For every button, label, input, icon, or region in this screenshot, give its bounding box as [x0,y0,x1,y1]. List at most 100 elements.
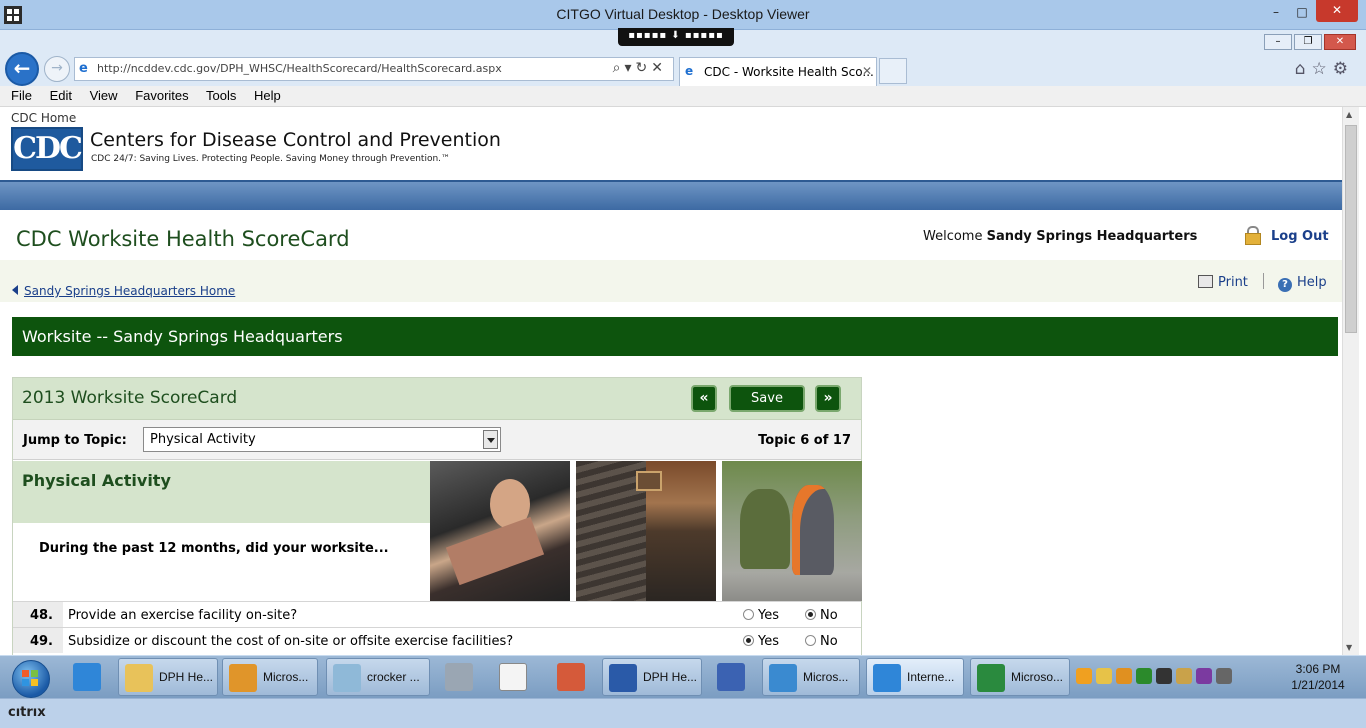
scroll-down-icon[interactable]: ▼ [1346,643,1352,652]
scorecard-title: 2013 Worksite ScoreCard [22,388,238,408]
page-title: CDC Worksite Health ScoreCard [16,227,350,251]
home-favorites-settings-icons[interactable]: ⌂☆⚙ [1295,59,1354,79]
address-text: http://ncddev.cdc.gov/DPH_WHSC/HealthSco… [97,62,502,75]
help-link[interactable]: ? Help [1278,275,1327,292]
tray-icon[interactable] [1076,668,1092,684]
logout-link[interactable]: Log Out [1271,229,1329,244]
close-icon[interactable]: ✕ [1316,0,1358,22]
scorecard-header: 2013 Worksite ScoreCard « Save » [13,378,861,420]
browser-window: – ❐ ✕ ← → e http://ncddev.cdc.gov/DPH_WHSC… [0,30,1366,655]
taskbar: DPH He... Micros... crocker ... DPH He..… [0,655,1366,698]
browser-minimize-icon[interactable]: – [1264,34,1292,50]
browser-tab[interactable]: e CDC - Worksite Health Sco... ✕ [679,57,877,86]
excel-icon [977,664,1005,692]
taskbar-label: Interne... [907,670,955,684]
jump-to-topic-row: Jump to Topic: Physical Activity Topic 6… [13,420,861,460]
save-button[interactable]: Save [729,385,805,412]
citrix-toolbar-handle[interactable]: ▪▪▪▪▪ ⬇ ▪▪▪▪▪ [618,28,734,46]
question-row: 48. Provide an exercise facility on-site… [13,601,861,627]
welcome-prefix: Welcome [923,229,983,244]
answer-no[interactable]: No [805,608,838,623]
minimize-icon[interactable]: – [1262,4,1290,22]
radio-no[interactable] [805,635,816,646]
tray-app-icon[interactable] [1156,668,1172,684]
help-label: Help [1297,275,1327,290]
tab-close-icon[interactable]: ✕ [862,64,872,78]
taskbar-app[interactable] [546,658,596,696]
taskbar-ie-pinned[interactable] [62,658,112,696]
sync-icon[interactable] [1136,668,1152,684]
yes-label: Yes [758,634,779,649]
search-refresh-stop-icons[interactable]: ⌕▾↻✕ [613,60,667,76]
no-label: No [820,634,838,649]
next-topic-button[interactable]: » [815,385,841,412]
taskbar-item-excel[interactable]: Microso... [970,658,1070,696]
taskbar-label: Micros... [803,670,849,684]
answer-yes[interactable]: Yes [743,634,779,649]
vertical-scrollbar[interactable]: ▲ ▼ [1342,107,1359,655]
browser-restore-icon[interactable]: ❐ [1294,34,1322,50]
menu-favorites[interactable]: Favorites [135,88,188,103]
document-icon [499,663,527,691]
question-text: Provide an exercise facility on-site? [68,608,298,623]
menu-bar: File Edit View Favorites Tools Help [0,86,1366,107]
volume-icon[interactable] [1216,668,1232,684]
question-number: 48. [13,602,63,627]
menu-edit[interactable]: Edit [50,88,72,103]
menu-tools[interactable]: Tools [206,88,236,103]
address-bar[interactable]: e http://ncddev.cdc.gov/DPH_WHSC/HealthS… [74,57,674,81]
taskbar-document[interactable] [488,658,538,696]
visio-icon [717,663,745,691]
maximize-icon[interactable]: □ [1288,4,1316,22]
breadcrumb-link[interactable]: Sandy Springs Headquarters Home [24,284,235,298]
topic-count: Topic 6 of 17 [758,433,851,448]
ie-tab-icon: e [685,64,694,78]
worksite-banner: Worksite -- Sandy Springs Headquarters [12,317,1338,356]
no-label: No [820,608,838,623]
radio-yes[interactable] [743,609,754,620]
taskbar-item-folder[interactable]: DPH He... [118,658,218,696]
tools-icon[interactable] [1176,668,1192,684]
previous-topic-button[interactable]: « [691,385,717,412]
scroll-thumb[interactable] [1345,125,1357,333]
answer-yes[interactable]: Yes [743,608,779,623]
radio-no[interactable] [805,609,816,620]
taskbar-item-word[interactable]: DPH He... [602,658,702,696]
word-icon [609,664,637,692]
topic-select[interactable]: Physical Activity [143,427,501,452]
taskbar-item-outlook[interactable]: Micros... [222,658,318,696]
clock[interactable]: 3:06 PM 1/21/2014 [1278,661,1358,693]
print-link[interactable]: Print [1198,275,1248,290]
scroll-up-icon[interactable]: ▲ [1346,110,1352,119]
taskbar-item-notepad[interactable]: crocker ... [326,658,430,696]
taskbar-visio[interactable] [706,658,756,696]
outlook-tray-icon[interactable] [1116,668,1132,684]
menu-help[interactable]: Help [254,88,281,103]
tab-title: CDC - Worksite Health Sco... [704,65,874,79]
question-row: 49. Subsidize or discount the cost of on… [13,627,861,653]
onenote-icon[interactable] [1196,668,1212,684]
taskbar-calculator[interactable] [434,658,484,696]
clock-time: 3:06 PM [1295,662,1341,676]
topic-name: Physical Activity [22,471,171,490]
cdc-home-link[interactable]: CDC Home [11,111,76,125]
jump-label: Jump to Topic: [23,433,127,448]
calculator-icon [445,663,473,691]
chevron-down-icon[interactable] [483,430,498,449]
taskbar-item-lync[interactable]: Micros... [762,658,860,696]
forward-arrow-icon[interactable]: → [44,56,70,82]
back-arrow-icon[interactable]: ← [5,52,39,86]
breadcrumb[interactable]: Sandy Springs Headquarters Home [12,284,235,298]
browser-close-icon[interactable]: ✕ [1324,34,1356,50]
menu-view[interactable]: View [90,88,118,103]
cdc-logo[interactable]: CDC [11,127,83,171]
radio-yes[interactable] [743,635,754,646]
lock-icon [1245,226,1261,245]
answer-no[interactable]: No [805,634,838,649]
new-tab-button[interactable] [879,58,907,84]
mail-icon[interactable] [1096,668,1112,684]
taskbar-item-ie[interactable]: Interne... [866,658,964,696]
photo-exercise-class [430,461,570,601]
start-button[interactable] [4,658,56,698]
menu-file[interactable]: File [11,88,32,103]
